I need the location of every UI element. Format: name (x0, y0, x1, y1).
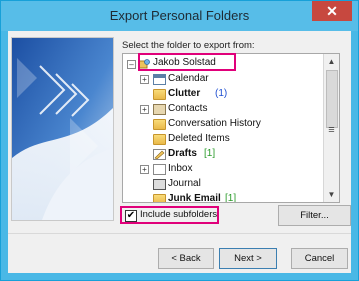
tree-node-conversation-history[interactable]: Conversation History (123, 117, 323, 131)
folder-prompt: Select the folder to export from: (122, 40, 255, 51)
collapse-icon[interactable]: – (127, 60, 136, 69)
tree-node-label: Clutter (168, 88, 201, 99)
tree-node-deleted-items[interactable]: Deleted Items (123, 132, 323, 146)
tree-node-drafts[interactable]: Drafts [1] (123, 147, 323, 161)
cancel-button[interactable]: Cancel (291, 248, 348, 269)
scroll-down-button[interactable]: ▼ (325, 188, 338, 201)
folder-tree[interactable]: – Jakob Solstad + Calendar Clutter (1) +… (122, 53, 340, 203)
tree-node-junk-email[interactable]: Junk Email [1] (123, 192, 323, 203)
wizard-illustration (11, 37, 114, 221)
tree-node-clutter[interactable]: Clutter (1) (123, 87, 323, 101)
folder-icon (153, 89, 166, 100)
tree-node-label: Contacts (168, 103, 208, 114)
expand-icon[interactable]: + (140, 105, 149, 114)
export-dialog: Export Personal Folders ✕ Select the fol… (0, 0, 359, 281)
inbox-icon (153, 164, 166, 175)
scroll-up-button[interactable]: ▲ (325, 55, 338, 68)
close-button[interactable]: ✕ (312, 1, 352, 21)
scroll-grip-icon: ≡ (328, 124, 335, 136)
back-button[interactable]: < Back (158, 248, 214, 269)
highlight-box-root (138, 53, 236, 71)
highlight-box-subfolders (120, 206, 219, 224)
unread-count: (1) (215, 88, 228, 99)
drafts-icon (153, 149, 166, 160)
tree-node-label: Inbox (168, 163, 193, 174)
journal-icon (153, 179, 166, 190)
tree-node-label: Drafts (168, 148, 197, 159)
title-bar: Export Personal Folders ✕ (1, 1, 358, 31)
contacts-icon (153, 104, 166, 115)
divider (8, 233, 351, 234)
folder-tree-items: – Jakob Solstad + Calendar Clutter (1) +… (123, 54, 323, 202)
item-count: [1] (225, 193, 237, 203)
folder-icon (153, 119, 166, 130)
tree-node-contacts[interactable]: + Contacts (123, 102, 323, 116)
vertical-scrollbar[interactable]: ▲ ≡ ▼ (323, 54, 339, 202)
tree-node-inbox[interactable]: + Inbox (123, 162, 323, 176)
filter-button[interactable]: Filter... (278, 205, 351, 226)
tree-node-label: Calendar (168, 73, 209, 84)
tree-node-label: Conversation History (168, 118, 261, 129)
tree-node-label: Deleted Items (168, 133, 230, 144)
tree-node-label: Junk Email (168, 193, 221, 203)
expand-icon[interactable]: + (140, 75, 149, 84)
next-button[interactable]: Next > (219, 248, 277, 269)
folder-icon (153, 134, 166, 145)
window-title: Export Personal Folders (109, 8, 250, 23)
calendar-icon (153, 74, 166, 85)
tree-node-journal[interactable]: Journal (123, 177, 323, 191)
junk-icon (153, 194, 166, 202)
tree-node-calendar[interactable]: + Calendar (123, 72, 323, 86)
item-count: [1] (204, 148, 216, 159)
tree-node-label: Journal (168, 178, 201, 189)
expand-icon[interactable]: + (140, 165, 149, 174)
dialog-body: Select the folder to export from: – Jako… (8, 31, 351, 273)
scroll-thumb[interactable] (326, 70, 338, 128)
